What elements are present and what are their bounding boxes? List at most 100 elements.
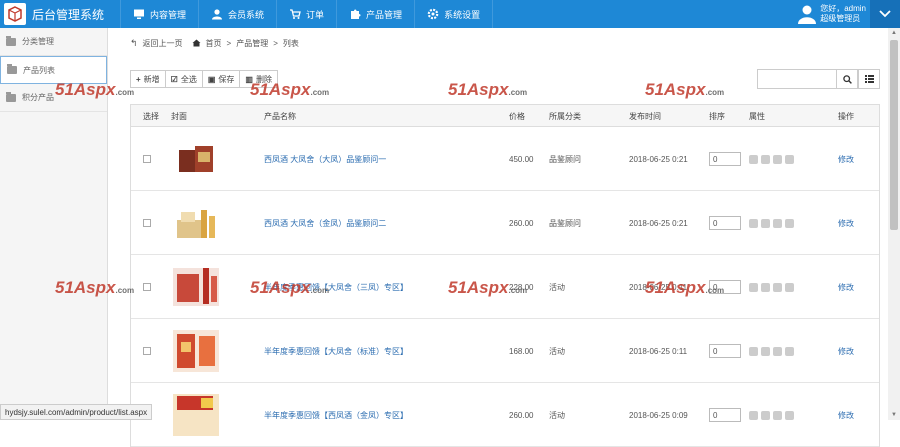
- user-menu-toggle[interactable]: [870, 0, 900, 28]
- edit-link[interactable]: 修改: [838, 154, 854, 165]
- user-role: 超级管理员: [820, 14, 861, 23]
- watermark-suffix: .com: [310, 88, 330, 97]
- nav-orders[interactable]: 订单: [277, 0, 338, 28]
- row-checkbox[interactable]: [143, 347, 151, 355]
- view-toggle-button[interactable]: [858, 69, 880, 89]
- attribute-icons: [749, 154, 794, 164]
- select-all-button[interactable]: ☑ 全选: [164, 70, 203, 88]
- back-link[interactable]: 返回上一页: [143, 38, 183, 49]
- monitor-icon: [134, 9, 144, 19]
- attribute-icons: [749, 346, 794, 356]
- arrow-up-icon[interactable]: [761, 282, 770, 292]
- header-name: 产品名称: [264, 111, 296, 121]
- edit-link[interactable]: 修改: [838, 410, 854, 421]
- nav-content[interactable]: 内容管理: [120, 0, 200, 28]
- comment-icon[interactable]: [749, 218, 758, 228]
- comment-icon[interactable]: [749, 410, 758, 420]
- status-url: hydsjy.sulel.com/admin/product/list.aspx: [5, 407, 148, 417]
- watermark-text: 51Aspx: [448, 80, 509, 99]
- nav-settings-label: 系统设置: [444, 9, 481, 20]
- thumbs-up-icon[interactable]: [773, 410, 782, 420]
- app-title: 后台管理系统: [32, 7, 105, 22]
- product-name-link[interactable]: 半年度季惠回馈【西凤酒（金凤）专区】: [264, 410, 408, 421]
- arrow-up-icon[interactable]: [761, 154, 770, 164]
- watermark-text: 51Aspx: [55, 278, 116, 297]
- search-button[interactable]: [836, 69, 858, 89]
- product-time: 2018-06-25 0:09: [629, 410, 688, 420]
- scroll-up-icon[interactable]: ▲: [891, 30, 897, 36]
- sort-input[interactable]: 0: [709, 152, 741, 166]
- watermark-suffix: .com: [705, 286, 725, 295]
- logo[interactable]: 后台管理系统: [0, 0, 118, 28]
- comment-icon[interactable]: [749, 346, 758, 356]
- product-name-link[interactable]: 西凤酒 大凤舍（金凤）品鉴顾问二: [264, 218, 386, 229]
- arrow-up-icon[interactable]: [761, 346, 770, 356]
- watermark-text: 51Aspx: [448, 278, 509, 297]
- checkbox-icon: ☑: [170, 74, 178, 84]
- user-icon: [212, 9, 223, 20]
- product-category: 品鉴顾问: [549, 218, 581, 228]
- scroll-thumb[interactable]: [890, 40, 898, 230]
- row-checkbox[interactable]: [143, 219, 151, 227]
- exclamation-icon[interactable]: [785, 410, 794, 420]
- edit-link[interactable]: 修改: [838, 218, 854, 229]
- edit-link[interactable]: 修改: [838, 282, 854, 293]
- nav-settings[interactable]: 系统设置: [415, 0, 494, 28]
- product-category: 活动: [549, 282, 565, 292]
- breadcrumb-home[interactable]: 首页: [206, 38, 222, 49]
- nav-products[interactable]: 产品管理: [337, 0, 416, 28]
- sidebar-item-label: 分类管理: [22, 37, 54, 46]
- thumbs-up-icon[interactable]: [773, 218, 782, 228]
- exclamation-icon[interactable]: [785, 282, 794, 292]
- sort-input[interactable]: 0: [709, 344, 741, 358]
- product-thumbnail: [171, 198, 221, 248]
- cube-logo-icon: [4, 3, 26, 25]
- edit-link[interactable]: 修改: [838, 346, 854, 357]
- scroll-down-icon[interactable]: ▼: [891, 412, 897, 418]
- watermark-suffix: .com: [310, 286, 330, 295]
- watermark-text: 51Aspx: [645, 278, 706, 297]
- sidebar-item-categories[interactable]: 分类管理: [0, 28, 107, 56]
- product-thumbnail: [171, 390, 221, 440]
- arrow-up-icon[interactable]: [761, 410, 770, 420]
- exclamation-icon[interactable]: [785, 218, 794, 228]
- add-button[interactable]: + 新增: [130, 70, 166, 88]
- nav-members[interactable]: 会员系统: [199, 0, 278, 28]
- watermark: 51Aspx.com: [448, 80, 527, 100]
- save-button[interactable]: ▣ 保存: [201, 70, 241, 88]
- sidebar-item-label: 积分产品: [22, 93, 54, 102]
- thumbs-up-icon[interactable]: [773, 154, 782, 164]
- watermark: 51Aspx.com: [55, 278, 134, 298]
- comment-icon[interactable]: [749, 282, 758, 292]
- row-checkbox[interactable]: [143, 155, 151, 163]
- product-name-link[interactable]: 半年度季惠回馈【大凤舍（标准）专区】: [264, 346, 408, 357]
- sort-input[interactable]: 0: [709, 216, 741, 230]
- folder-icon: [6, 35, 16, 46]
- thumbs-up-icon[interactable]: [773, 346, 782, 356]
- exclamation-icon[interactable]: [785, 346, 794, 356]
- folder-icon: [7, 64, 17, 74]
- gear-icon: [427, 8, 439, 20]
- page-scrollbar[interactable]: ▲ ▼: [888, 28, 900, 420]
- search-input[interactable]: [757, 69, 837, 89]
- product-name-link[interactable]: 西凤酒 大凤舍（大凤）品鉴顾问一: [264, 154, 386, 165]
- exclamation-icon[interactable]: [785, 154, 794, 164]
- watermark: 51Aspx.com: [55, 80, 134, 100]
- user-info[interactable]: 您好，admin 超级管理员: [798, 2, 866, 26]
- arrow-up-icon[interactable]: [761, 218, 770, 228]
- row-checkbox[interactable]: [143, 283, 151, 291]
- table-row: 西凤酒 大凤舍（金凤）品鉴顾问二 260.00 品鉴顾问 2018-06-25 …: [131, 191, 879, 255]
- header-cover: 封面: [171, 111, 187, 121]
- thumbs-up-icon[interactable]: [773, 282, 782, 292]
- breadcrumb-section[interactable]: 产品管理: [236, 38, 268, 49]
- comment-icon[interactable]: [749, 154, 758, 164]
- product-price: 260.00: [509, 410, 534, 420]
- product-price: 450.00: [509, 154, 534, 164]
- product-category: 活动: [549, 410, 565, 420]
- product-thumbnail: [171, 326, 221, 376]
- product-table: 选择 封面 产品名称 价格 所属分类 发布时间 排序 属性 操作 西凤酒 大凤舍…: [130, 104, 880, 447]
- watermark: 51Aspx.com: [645, 278, 724, 298]
- watermark-suffix: .com: [115, 286, 135, 295]
- product-category: 活动: [549, 346, 565, 356]
- product-category: 品鉴顾问: [549, 154, 581, 164]
